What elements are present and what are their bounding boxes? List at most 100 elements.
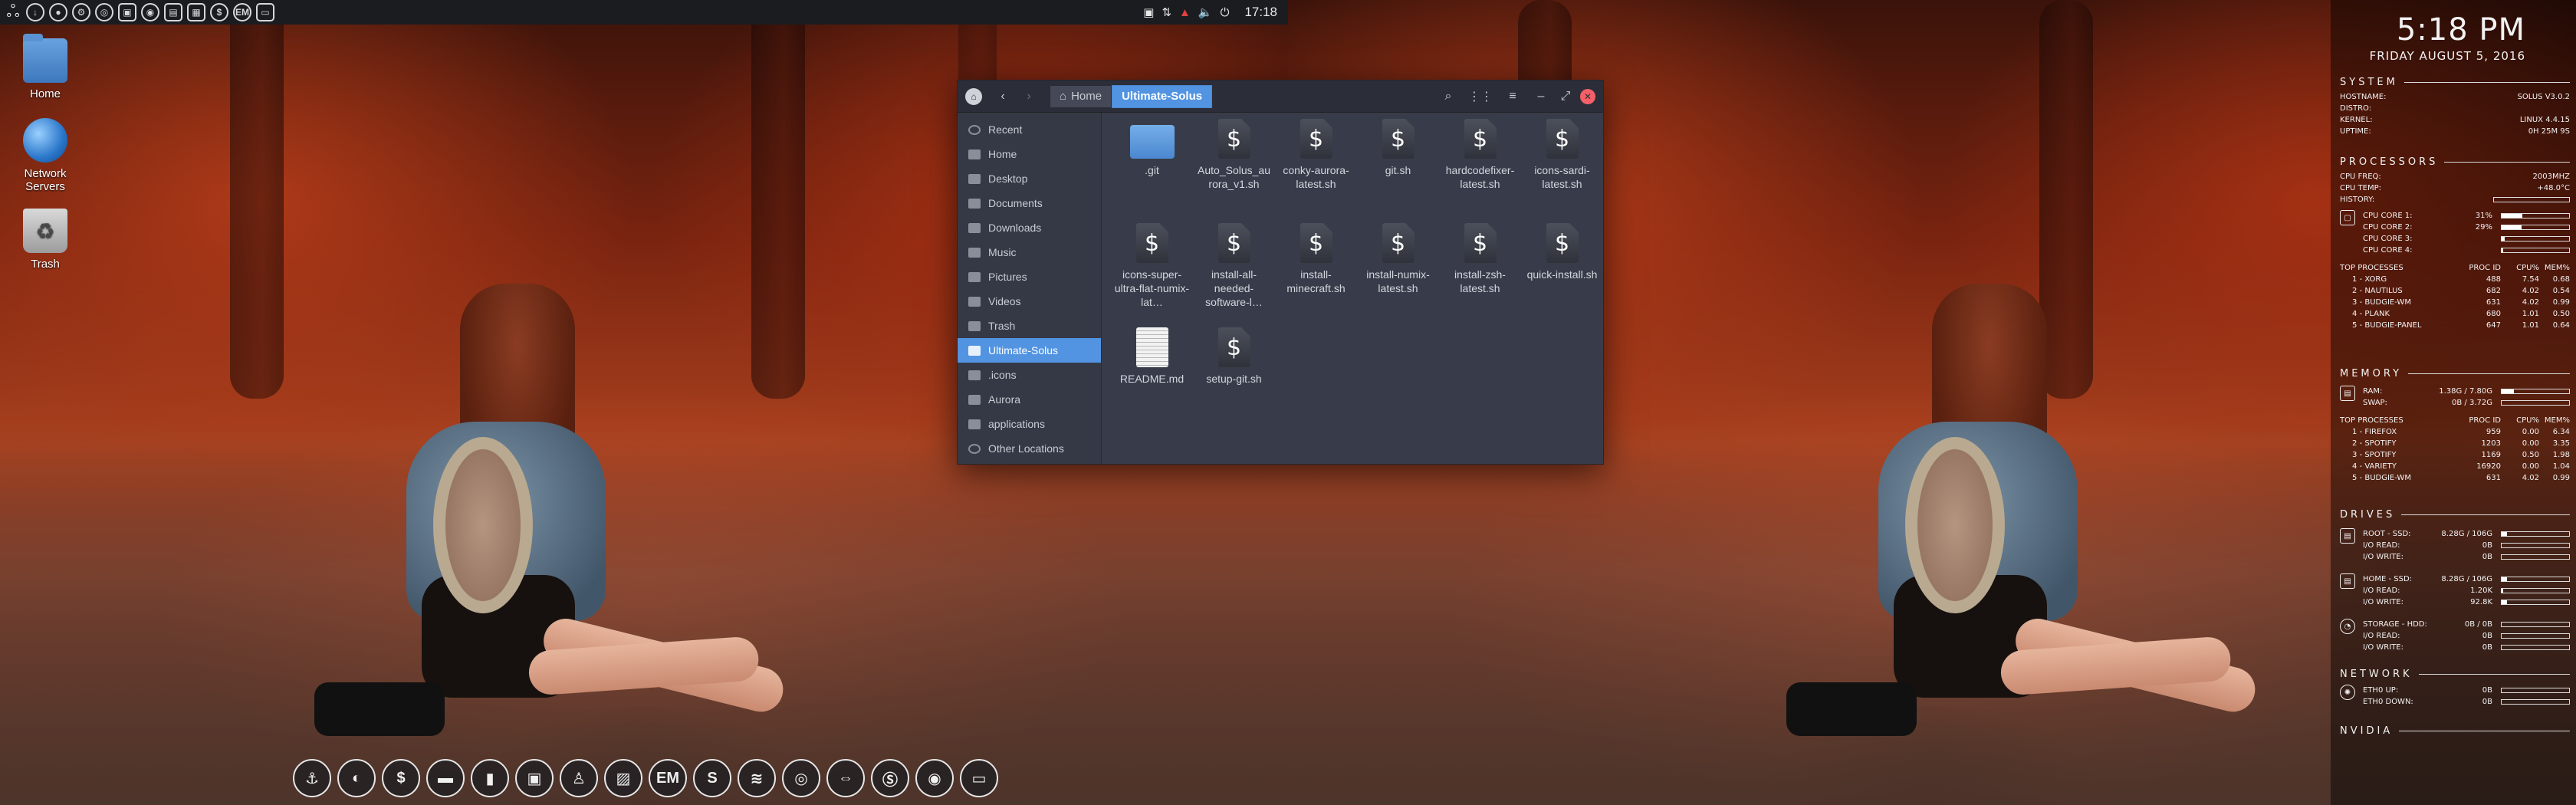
usage-bar (2501, 248, 2570, 253)
download-icon[interactable]: ↓ (26, 3, 44, 21)
file-item[interactable]: $ git.sh (1357, 119, 1439, 223)
sidebar-item-applications[interactable]: applications (958, 412, 1101, 436)
disk-icon[interactable]: ◎ (95, 3, 113, 21)
file-item[interactable]: $ install-all-needed-software-l… (1193, 223, 1275, 327)
volume-icon[interactable]: 🔈 (1198, 5, 1213, 19)
process-cell: 4 - VARIETY (2352, 462, 2397, 471)
desktop-icon-network-servers[interactable]: Network Servers (11, 118, 80, 193)
maximize-icon[interactable]: ⤢ (1556, 86, 1576, 107)
skype-icon[interactable]: Ⓢ (871, 759, 909, 797)
process-cell: 0.99 (2552, 298, 2570, 307)
conky-label: I/O READ: (2363, 632, 2400, 640)
file-grid: .git $ Auto_Solus_aurora_v1.sh $ conky-auror… (1102, 113, 1603, 464)
sidebar-item-icons[interactable]: .icons (958, 363, 1101, 387)
monitor-icon[interactable]: ▭ (960, 759, 998, 797)
wifi-icon[interactable]: ≋ (738, 759, 776, 797)
file-item[interactable]: $ conky-aurora-latest.sh (1275, 119, 1357, 223)
breadcrumb-home[interactable]: ⌂ Home (1050, 84, 1112, 108)
shell-script-icon: $ (1135, 223, 1168, 263)
terminal2-icon[interactable]: ▤ (164, 3, 182, 21)
file-item[interactable]: $ setup-git.sh (1193, 327, 1275, 432)
sidebar-item-trash[interactable]: Trash (958, 314, 1101, 338)
process-cell: 1.04 (2552, 462, 2570, 471)
files-icon[interactable]: ▮ (471, 759, 509, 797)
chrome-icon[interactable]: ◎ (782, 759, 820, 797)
forward-button[interactable]: › (1016, 86, 1042, 107)
menu-icon[interactable]: ≡ (1499, 86, 1526, 107)
minimize-icon[interactable]: – (1531, 86, 1551, 107)
firefox-swirl-icon[interactable]: ◐ (337, 759, 376, 797)
dollar-icon[interactable]: $ (210, 3, 228, 21)
calendar-icon[interactable]: ▦ (187, 3, 205, 21)
file-item[interactable]: $ hardcodefixer-latest.sh (1439, 119, 1521, 223)
em-icon[interactable]: EM (233, 3, 251, 21)
process-table-header: TOP PROCESSES PROC ID CPU% MEM% (2340, 415, 2570, 426)
world-icon[interactable]: ◉ (915, 759, 954, 797)
folder-icon (968, 419, 981, 429)
conky-value: 0B (2482, 553, 2492, 561)
file-item[interactable]: $ install-numix-latest.sh (1357, 223, 1439, 327)
sidebar-item-label: Aurora (988, 393, 1021, 406)
sidebar-item-videos[interactable]: Videos (958, 289, 1101, 314)
conky-row: KERNEL: LINUX 4.4.15 (2340, 114, 2570, 126)
conky-value: 1.38G / 7.80G (2439, 387, 2492, 396)
settings-icon[interactable]: ⚙ (72, 3, 90, 21)
breadcrumb-label: Ultimate-Solus (1122, 90, 1203, 103)
sidebar-item-other-locations[interactable]: Other Locations (958, 436, 1101, 461)
file-item[interactable]: $ quick-install.sh (1521, 223, 1603, 327)
file-item[interactable]: $ install-zsh-latest.sh (1439, 223, 1521, 327)
app-menu-icon[interactable]: ⌂ (965, 87, 982, 105)
wallpaper-figure (314, 284, 805, 759)
dollar-icon[interactable]: $ (382, 759, 420, 797)
sidebar-item-music[interactable]: Music (958, 240, 1101, 264)
sidebar-item-ultimate-solus[interactable]: Ultimate-Solus (958, 338, 1101, 363)
breadcrumb-current[interactable]: Ultimate-Solus (1112, 84, 1213, 108)
monitor-icon[interactable]: ▭ (256, 3, 274, 21)
desktop-icon-home[interactable]: Home (11, 34, 80, 100)
close-icon[interactable]: ✕ (1580, 89, 1595, 104)
search-icon[interactable]: ⌕ (1434, 86, 1462, 107)
sidebar-item-documents[interactable]: Documents (958, 191, 1101, 215)
folder-drive-icon[interactable]: ▬ (426, 759, 465, 797)
sidebar-item-home[interactable]: Home (958, 142, 1101, 166)
em-icon[interactable]: EM (649, 759, 687, 797)
file-item[interactable]: .git (1111, 119, 1193, 223)
arrows-icon[interactable]: ⇔ (826, 759, 865, 797)
person-icon[interactable]: ♙ (560, 759, 598, 797)
conky-value: 0B (2482, 632, 2492, 640)
power-icon[interactable]: ⏻ (1221, 6, 1230, 19)
file-item[interactable]: $ icons-super-ultra-flat-numix-lat… (1111, 223, 1193, 327)
view-grid-icon[interactable]: ⋮⋮ (1467, 86, 1494, 107)
file-item[interactable]: README.md (1111, 327, 1193, 432)
file-item[interactable]: $ icons-sardi-latest.sh (1521, 119, 1603, 223)
sidebar-item-pictures[interactable]: Pictures (958, 264, 1101, 289)
sidebar-item-recent[interactable]: Recent (958, 117, 1101, 142)
conky-row: I/O WRITE: 92.8K (2363, 596, 2570, 608)
sidebar-item-desktop[interactable]: Desktop (958, 166, 1101, 191)
conky-row: CPU CORE 3: (2363, 233, 2570, 245)
screenshot-icon[interactable]: ▣ (1143, 5, 1154, 19)
file-item[interactable]: $ Auto_Solus_aurora_v1.sh (1193, 119, 1275, 223)
anchor-icon[interactable]: ⚓ (293, 759, 331, 797)
circle-icon[interactable]: ● (49, 3, 67, 21)
process-cell: 0.99 (2552, 474, 2570, 482)
back-button[interactable]: ‹ (990, 86, 1016, 107)
usage-bar-fill (2502, 237, 2505, 241)
sidebar-item-aurora[interactable]: Aurora (958, 387, 1101, 412)
image-icon[interactable]: ▨ (604, 759, 642, 797)
usage-bar (2501, 577, 2570, 582)
network-icon[interactable]: ⇅ (1162, 5, 1171, 19)
gnome-foot-icon[interactable]: ஃ (0, 0, 26, 25)
drive-group: ◔ STORAGE - HDD: 0B / 0B I/O READ: 0B I/O WRI… (2340, 619, 2570, 653)
panel-clock[interactable]: 17:18 (1244, 5, 1277, 20)
desktop-icon-trash[interactable]: ♻ Trash (11, 209, 80, 271)
skype-s-icon[interactable]: S (693, 759, 731, 797)
sidebar-item-downloads[interactable]: Downloads (958, 215, 1101, 240)
clock-icon (968, 124, 981, 135)
drive-icon[interactable]: ▣ (515, 759, 554, 797)
terminal-icon[interactable]: ▣ (118, 3, 136, 21)
conky-value: 0B (2482, 698, 2492, 706)
media-icon[interactable]: ◉ (141, 3, 159, 21)
notification-icon[interactable]: ▲ (1179, 6, 1191, 19)
file-item[interactable]: $ install-minecraft.sh (1275, 223, 1357, 327)
